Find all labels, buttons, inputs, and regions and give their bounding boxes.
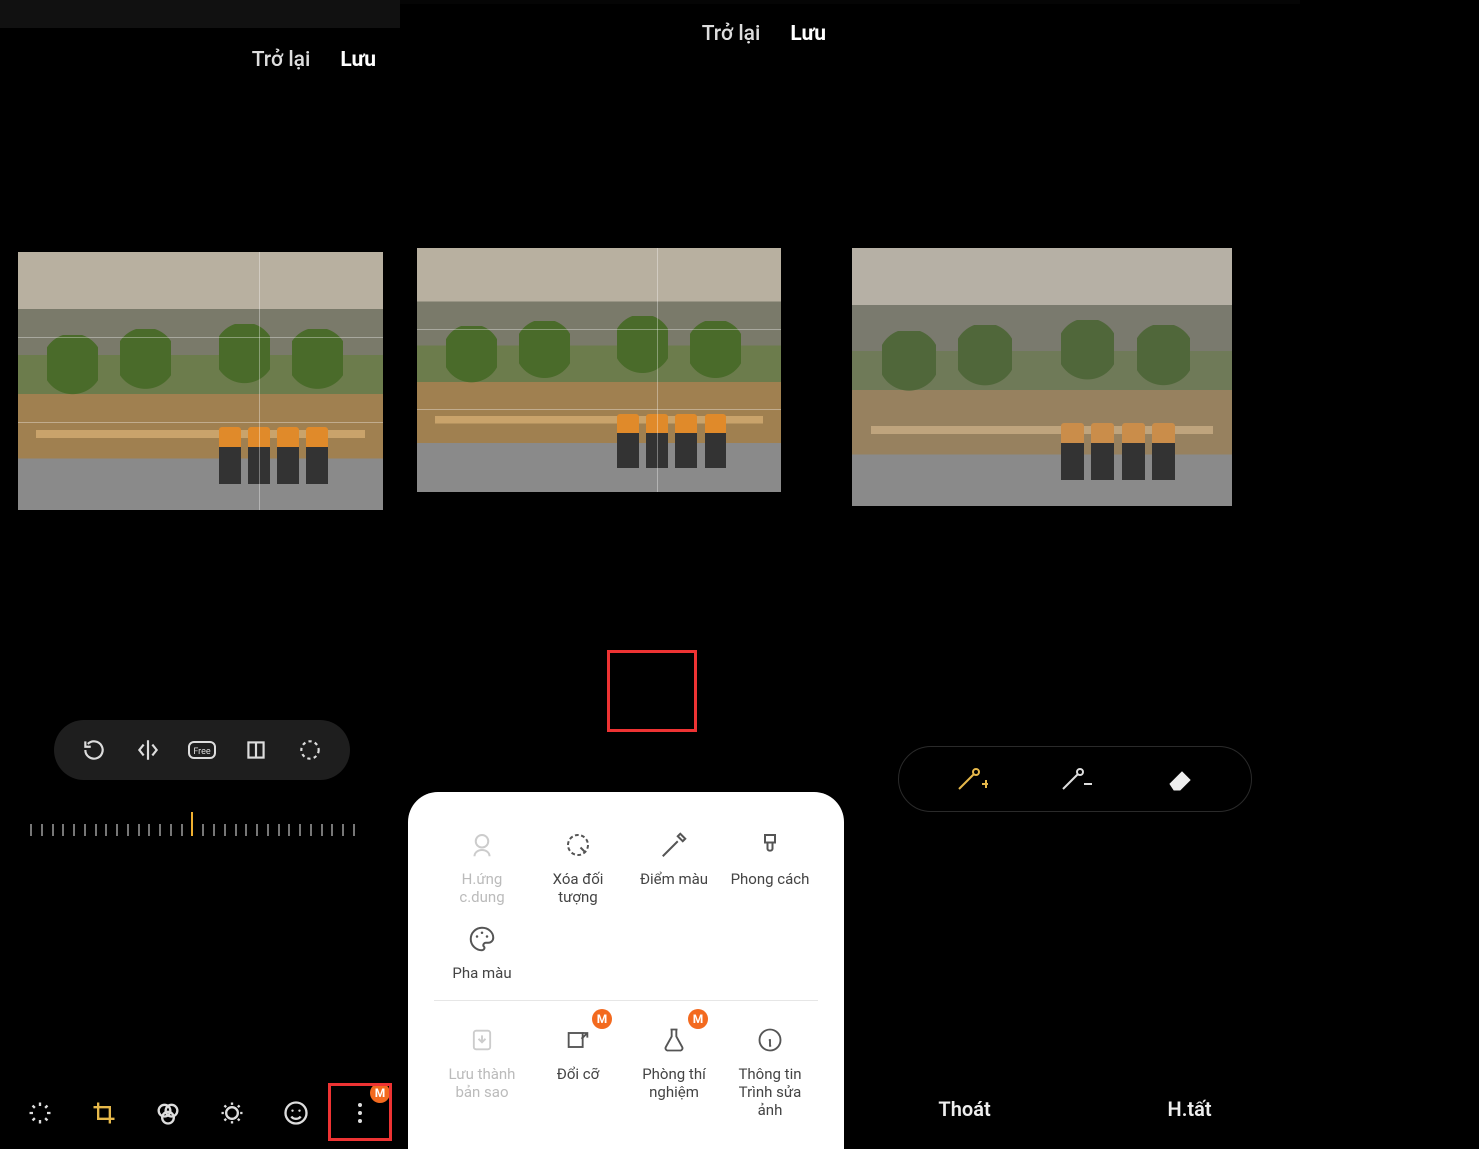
image-preview[interactable] [417, 248, 781, 492]
option-label: Thông tin Trình sửa ảnh [726, 1065, 814, 1119]
eraser-icon[interactable] [1157, 761, 1201, 797]
spot-color-toolbar [898, 746, 1252, 812]
resize-icon [561, 1023, 595, 1057]
exit-button[interactable]: Thoát [938, 1097, 990, 1121]
tutorial-highlight [607, 650, 697, 732]
face-icon [465, 828, 499, 862]
m-badge: M [688, 1009, 708, 1029]
option-object-eraser[interactable]: Xóa đối tượng [530, 820, 626, 914]
status-bar [0, 0, 400, 28]
option-resize[interactable]: M Đổi cỡ [530, 1015, 626, 1127]
option-label: Phong cách [731, 870, 810, 888]
screen-editor-more-menu: Trở lại Lưu H.ứng c.dung Xóa đối tượng [400, 0, 850, 1149]
eraser-lasso-icon [561, 828, 595, 862]
image-preview[interactable] [18, 252, 383, 510]
option-style[interactable]: Phong cách [722, 820, 818, 914]
option-label: Đổi cỡ [557, 1065, 599, 1083]
screen-editor-crop: Trở lại Lưu Free [0, 0, 400, 1149]
option-label: Điểm màu [640, 870, 708, 888]
top-bar: Trở lại Lưu [0, 48, 400, 72]
tutorial-highlight [328, 1083, 392, 1141]
option-label: Lưu thành bản sao [438, 1065, 526, 1101]
brush-icon [753, 828, 787, 862]
lasso-icon[interactable] [294, 734, 326, 766]
palette-icon [465, 922, 499, 956]
save-copy-icon [465, 1023, 499, 1057]
option-label: Pha màu [452, 964, 511, 982]
back-button[interactable]: Trở lại [252, 48, 311, 72]
panel-divider [434, 1000, 818, 1001]
status-bar [400, 0, 850, 4]
option-portrait-effect: H.ứng c.dung [434, 820, 530, 914]
save-button[interactable]: Lưu [340, 48, 376, 72]
sticker-icon[interactable] [276, 1093, 316, 1133]
option-label: H.ứng c.dung [438, 870, 526, 906]
m-badge: M [592, 1009, 612, 1029]
rotate-icon[interactable] [78, 734, 110, 766]
perspective-icon[interactable] [240, 734, 272, 766]
option-label: Xóa đối tượng [534, 870, 622, 906]
option-lab[interactable]: M Phòng thí nghiệm [626, 1015, 722, 1127]
info-icon [753, 1023, 787, 1057]
flip-icon[interactable] [132, 734, 164, 766]
option-color-mix[interactable]: Pha màu [434, 914, 530, 990]
image-preview[interactable] [852, 248, 1232, 506]
screen-spot-color: Thoát H.tất [850, 0, 1300, 1149]
done-button[interactable]: H.tất [1168, 1097, 1212, 1121]
more-options-panel: H.ứng c.dung Xóa đối tượng Điểm màu Phon… [408, 792, 844, 1149]
option-label: Phòng thí nghiệm [630, 1065, 718, 1101]
adjust-icon[interactable] [212, 1093, 252, 1133]
crop-toolbar: Free [54, 720, 350, 780]
free-ratio-icon[interactable]: Free [186, 734, 218, 766]
crop-icon[interactable] [84, 1093, 124, 1133]
rotation-ruler[interactable] [30, 812, 355, 836]
filter-icon[interactable] [148, 1093, 188, 1133]
back-button[interactable]: Trở lại [702, 22, 761, 46]
save-button[interactable]: Lưu [790, 22, 826, 46]
svg-text:Free: Free [193, 747, 211, 757]
option-save-copy: Lưu thành bản sao [434, 1015, 530, 1127]
spot-color-footer: Thoát H.tất [850, 1097, 1300, 1121]
option-about[interactable]: Thông tin Trình sửa ảnh [722, 1015, 818, 1127]
top-bar: Trở lại Lưu [400, 22, 850, 46]
flask-icon [657, 1023, 691, 1057]
status-bar [850, 0, 1300, 4]
auto-enhance-icon[interactable] [20, 1093, 60, 1133]
wand-remove-icon[interactable] [1053, 761, 1097, 797]
wand-add-icon[interactable] [949, 761, 993, 797]
eyedropper-icon [657, 828, 691, 862]
option-spot-color[interactable]: Điểm màu [626, 820, 722, 914]
